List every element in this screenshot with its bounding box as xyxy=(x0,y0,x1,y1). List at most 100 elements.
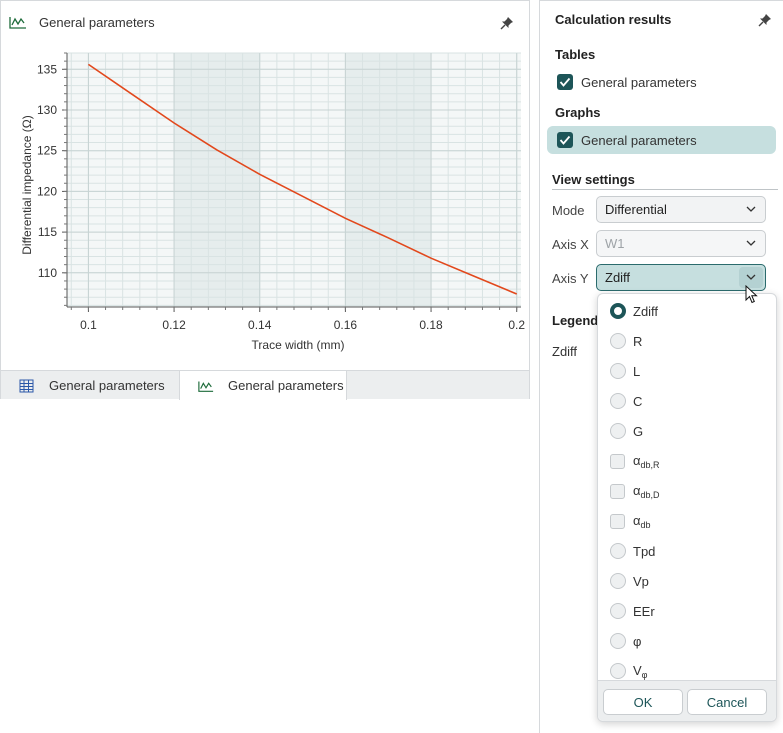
option-label: L xyxy=(633,363,641,379)
y-tick-label: 110 xyxy=(38,266,57,280)
x-tick-label: 0.14 xyxy=(248,318,272,332)
y-tick-label: 120 xyxy=(37,184,57,198)
checkbox-unchecked[interactable] xyxy=(610,483,625,499)
mode-label: Mode xyxy=(552,203,585,218)
line-graph-icon xyxy=(198,381,214,392)
dropdown-footer: OK Cancel xyxy=(598,680,776,721)
option-subscript: db,D xyxy=(640,489,660,500)
option-label: Vp xyxy=(633,573,649,589)
radio-unselected[interactable] xyxy=(610,543,626,559)
dropdown-option[interactable]: Tpd xyxy=(610,541,655,561)
axis-x-select[interactable]: W1 xyxy=(596,230,766,257)
dropdown-option[interactable]: C xyxy=(610,391,642,411)
option-subscript: db xyxy=(640,519,651,530)
radio-selected[interactable] xyxy=(610,303,626,319)
mode-value: Differential xyxy=(605,202,667,217)
dropdown-option[interactable]: G xyxy=(610,421,643,441)
checkbox-checked[interactable] xyxy=(557,132,573,148)
option-label: EEr xyxy=(633,603,655,619)
legend-heading: Legend xyxy=(552,313,599,328)
option-label: R xyxy=(633,333,643,349)
dropdown-option[interactable]: R xyxy=(610,331,642,351)
ok-button[interactable]: OK xyxy=(603,689,683,715)
item-label: General parameters xyxy=(581,132,697,148)
y-tick-label: 125 xyxy=(37,144,57,158)
tab-label: General parameters xyxy=(49,378,165,393)
axis-x-label: Axis X xyxy=(552,237,589,252)
axis-y-select[interactable]: Zdiff xyxy=(596,264,766,291)
axis-y-label: Axis Y xyxy=(552,271,589,286)
dropdown-option[interactable]: Vφ xyxy=(610,661,648,681)
axis-x-value: W1 xyxy=(605,236,625,251)
dropdown-option[interactable]: αdb,R xyxy=(610,451,660,471)
x-tick-label: 0.18 xyxy=(419,318,443,332)
option-label: Vφ xyxy=(633,662,648,680)
chevron-down-icon xyxy=(746,274,756,280)
dropdown-option[interactable]: Zdiff xyxy=(610,301,658,321)
x-tick-label: 0.2 xyxy=(508,318,525,332)
x-tick-label: 0.12 xyxy=(162,318,186,332)
radio-unselected[interactable] xyxy=(610,393,626,409)
radio-unselected[interactable] xyxy=(610,663,626,679)
option-subscript: db,R xyxy=(640,459,660,470)
y-tick-label: 115 xyxy=(38,225,57,239)
axis-y-value: Zdiff xyxy=(605,270,631,285)
x-axis-label: Trace width (mm) xyxy=(252,338,345,352)
graphs-heading: Graphs xyxy=(555,105,601,120)
option-subscript: φ xyxy=(641,669,648,680)
radio-unselected[interactable] xyxy=(610,633,626,649)
y-axis-label: Differential impedance (Ω) xyxy=(20,115,34,254)
y-tick-label: 130 xyxy=(37,103,57,117)
option-label: C xyxy=(633,393,643,409)
legend-item: Zdiff xyxy=(552,344,578,359)
impedance-chart: 0.1 0.12 0.14 0.16 0.18 0.2 110 115 120 125 130 135… xyxy=(20,52,525,352)
x-tick-label: 0.1 xyxy=(80,318,97,332)
option-label: αdb xyxy=(633,512,651,530)
tables-heading: Tables xyxy=(555,47,596,62)
tab-label: General parameters xyxy=(228,378,344,393)
bottom-tab-bar: General parameters General parameters xyxy=(1,370,529,400)
tables-general-parameters-item[interactable]: General parameters xyxy=(547,68,776,96)
dropdown-option[interactable]: αdb xyxy=(610,511,651,531)
radio-unselected[interactable] xyxy=(610,333,626,349)
chevron-down-icon xyxy=(746,206,756,212)
checkbox-unchecked[interactable] xyxy=(610,513,625,529)
mouse-cursor-icon xyxy=(745,285,758,304)
pin-icon[interactable] xyxy=(758,13,772,27)
view-settings-heading: View settings xyxy=(552,172,778,190)
mode-select[interactable]: Differential xyxy=(596,196,766,223)
graphs-general-parameters-item[interactable]: General parameters xyxy=(547,126,776,154)
table-icon xyxy=(19,379,34,392)
axis-y-dropdown: Zdiff R L C Gαdb,R αdb,D αdb Tpd Vp EEr φ Vφ OK Can… xyxy=(597,293,777,722)
option-label: φ xyxy=(633,633,642,649)
dropdown-option[interactable]: L xyxy=(610,361,640,381)
checkbox-unchecked[interactable] xyxy=(610,453,625,469)
chevron-down-icon xyxy=(746,240,756,246)
tab-table-general-parameters[interactable]: General parameters xyxy=(1,371,179,400)
radio-unselected[interactable] xyxy=(610,603,626,619)
pin-icon[interactable] xyxy=(500,16,514,30)
dropdown-option[interactable]: αdb,D xyxy=(610,481,660,501)
plot-band xyxy=(345,53,432,307)
graph-panel: General parameters 0.1 0.12 0.14 0.16 0.18 0.… xyxy=(0,0,530,400)
dropdown-option[interactable]: Vp xyxy=(610,571,649,591)
cancel-button[interactable]: Cancel xyxy=(687,689,767,715)
option-label: Zdiff xyxy=(633,303,659,319)
plot-band xyxy=(174,53,260,307)
tab-graph-general-parameters[interactable]: General parameters xyxy=(179,370,347,400)
checkbox-checked[interactable] xyxy=(557,74,573,90)
radio-unselected[interactable] xyxy=(610,573,626,589)
check-icon xyxy=(559,77,571,87)
radio-unselected[interactable] xyxy=(610,423,626,439)
x-tick-label: 0.16 xyxy=(334,318,358,332)
option-label: αdb,R xyxy=(633,452,660,470)
panel-title: Calculation results xyxy=(555,12,672,27)
option-label: G xyxy=(633,423,644,439)
graph-panel-title: General parameters xyxy=(39,15,155,30)
dropdown-option[interactable]: EEr xyxy=(610,601,655,621)
y-tick-label: 135 xyxy=(37,62,57,76)
option-label: Tpd xyxy=(633,543,656,559)
radio-unselected[interactable] xyxy=(610,363,626,379)
line-graph-icon xyxy=(9,17,26,29)
dropdown-option[interactable]: φ xyxy=(610,631,641,651)
